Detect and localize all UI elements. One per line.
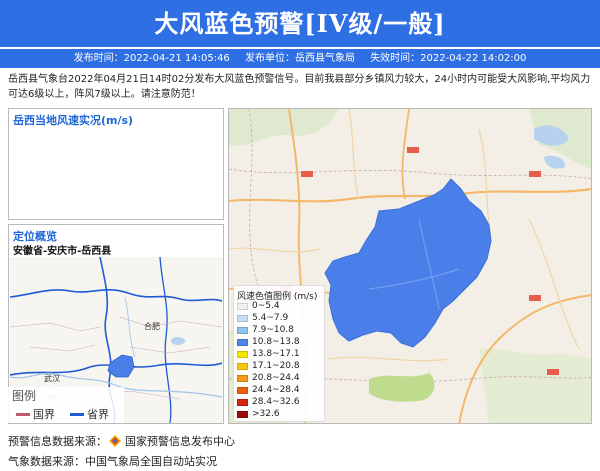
legend-row: 20.8~24.4 bbox=[237, 373, 300, 383]
wind-speed-panel: 岳西当地风速实况(m/s) bbox=[8, 108, 224, 220]
weather-source-label: 气象数据来源：中国气象局全国自动站实况 bbox=[8, 455, 217, 468]
province-border-swatch bbox=[70, 412, 84, 416]
warning-source-line: 预警信息数据来源： 国家预警信息发布中心 bbox=[8, 433, 235, 449]
legend-row: 28.4~32.6 bbox=[237, 397, 300, 407]
mini-legend-title: 图例 bbox=[12, 389, 37, 403]
legend-row: 13.8~17.1 bbox=[237, 349, 300, 359]
legend-row: >32.6 bbox=[237, 409, 280, 419]
national-border-swatch bbox=[16, 412, 30, 416]
legend-province-border-label: 省界 bbox=[87, 408, 109, 421]
warning-banner: 大风蓝色预警[IV级/一般] bbox=[0, 0, 600, 47]
legend-row: 5.4~7.9 bbox=[237, 313, 288, 323]
wind-speed-panel-title: 岳西当地风速实况(m/s) bbox=[13, 114, 134, 127]
map-label-hefei: 合肥 bbox=[144, 321, 160, 331]
mini-map-legend: 图例 国界 省界 bbox=[6, 387, 124, 423]
warning-title: 大风蓝色预警[IV级/一般] bbox=[154, 9, 446, 38]
legend-row: 7.9~10.8 bbox=[237, 325, 294, 335]
warning-source-name[interactable]: 国家预警信息发布中心 bbox=[125, 433, 235, 449]
legend-row: 17.1~20.8 bbox=[237, 361, 300, 371]
legend-national-border: 国界 bbox=[16, 406, 55, 422]
legend-national-border-label: 国界 bbox=[33, 408, 55, 421]
expire-time: 失效时间：2022-04-22 14:02:00 bbox=[370, 53, 527, 64]
legend-row: 24.4~28.4 bbox=[237, 385, 300, 395]
issue-time: 发布时间：2022-04-21 14:05:46 bbox=[73, 53, 230, 64]
weather-source-line: 气象数据来源：中国气象局全国自动站实况 bbox=[8, 453, 217, 469]
issuer: 发布单位：岳西县气象局 bbox=[245, 53, 355, 64]
warning-meta-bar: 发布时间：2022-04-21 14:05:46 发布单位：岳西县气象局 失效时… bbox=[0, 49, 600, 68]
legend-row: 10.8~13.8 bbox=[237, 337, 300, 347]
map-label-wuhan: 武汉 bbox=[44, 373, 60, 383]
warning-source-label: 预警信息数据来源： bbox=[8, 435, 107, 448]
location-subtitle: 安徽省-安庆市-岳西县 bbox=[13, 246, 112, 257]
legend-row: 0~5.4 bbox=[237, 301, 280, 311]
legend-province-border: 省界 bbox=[70, 406, 109, 422]
warning-description: 岳西县气象台2022年04月21日14时02分发布大风蓝色预警信号。目前我县部分… bbox=[8, 74, 591, 100]
warning-center-logo-icon bbox=[109, 435, 121, 447]
wind-color-legend: 风速色值图例 (m/s) 0~5.4 5.4~7.9 7.9~10.8 10.8… bbox=[233, 285, 325, 422]
